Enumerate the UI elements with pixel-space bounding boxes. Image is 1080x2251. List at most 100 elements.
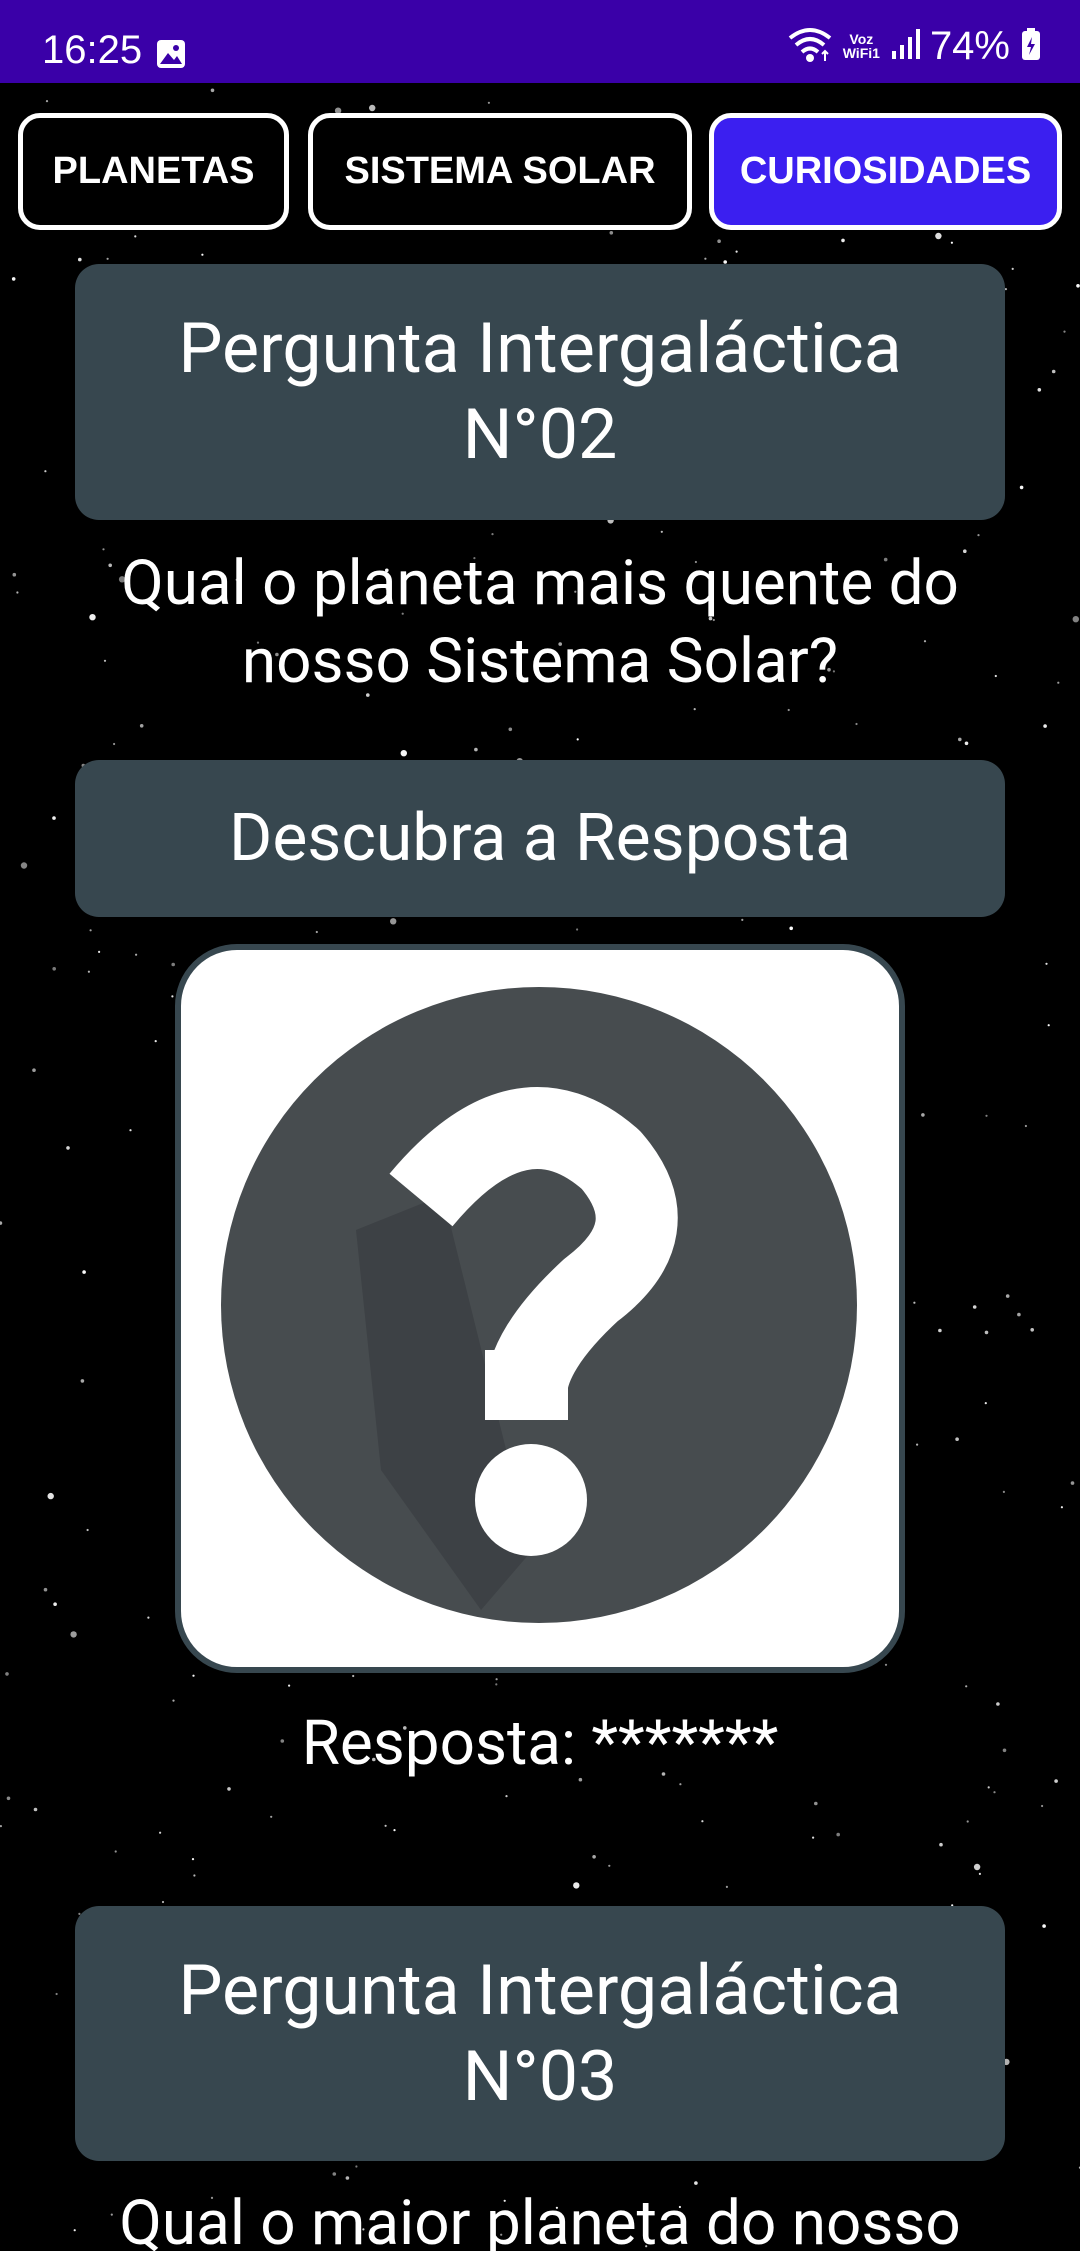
reveal-answer-button[interactable]: Descubra a Resposta xyxy=(75,760,1005,917)
star xyxy=(1011,267,1014,270)
star xyxy=(717,239,721,243)
star xyxy=(1045,962,1048,965)
star xyxy=(393,1829,396,1832)
star xyxy=(135,953,138,956)
star xyxy=(725,1885,729,1888)
tab-planetas[interactable]: PLANETAS xyxy=(18,113,289,230)
volte-top-label: Voz xyxy=(849,31,874,47)
star xyxy=(495,1683,498,1686)
star xyxy=(573,1882,580,1889)
app-screen: 16:25 Voz WiFi1 74% PLANETAS SISTEMA SOL… xyxy=(0,0,1080,2251)
question-title-line1-2: Pergunta Intergaláctica xyxy=(178,1949,902,2032)
question-text-line1: Qual o planeta mais quente do xyxy=(121,547,959,620)
question-text-line2: nosso Sistema Solar? xyxy=(241,625,839,698)
star xyxy=(345,2176,350,2180)
question-text: Qual o planeta mais quente do nosso Sist… xyxy=(40,545,1040,701)
star xyxy=(171,995,174,998)
star xyxy=(400,750,407,757)
star xyxy=(921,1113,925,1117)
star xyxy=(984,1330,989,1335)
star xyxy=(32,1068,36,1072)
star xyxy=(1024,1124,1027,1128)
star xyxy=(192,1674,195,1677)
star xyxy=(1019,485,1024,490)
star xyxy=(693,708,696,711)
star xyxy=(608,1864,611,1867)
star xyxy=(789,926,793,931)
star xyxy=(5,1672,9,1676)
star xyxy=(964,741,969,746)
volte-indicator: Voz WiFi1 xyxy=(843,32,880,60)
star xyxy=(1043,724,1047,728)
star xyxy=(913,1301,916,1304)
tab-sistema-solar[interactable]: SISTEMA SOLAR xyxy=(308,113,692,230)
battery-icon xyxy=(1020,27,1042,65)
star xyxy=(576,928,579,931)
signal-icon xyxy=(890,27,920,65)
star xyxy=(787,708,790,712)
star xyxy=(106,257,109,260)
answer-text: Resposta: ******* xyxy=(301,1707,779,1780)
star xyxy=(1002,1490,1006,1493)
star xyxy=(814,1801,818,1806)
star xyxy=(996,1702,1000,1706)
star xyxy=(191,1858,195,1861)
star xyxy=(1072,616,1080,623)
status-bar: 16:25 Voz WiFi1 74% xyxy=(0,0,1080,83)
star xyxy=(1070,1481,1075,1485)
star xyxy=(495,1678,498,1681)
star xyxy=(53,1602,57,1606)
star xyxy=(841,238,845,243)
star xyxy=(1047,1024,1050,1027)
star xyxy=(812,1836,815,1839)
star xyxy=(1030,1328,1034,1332)
star xyxy=(52,816,56,820)
star xyxy=(987,1786,990,1789)
star xyxy=(916,1443,919,1446)
star xyxy=(836,1832,840,1837)
question-title-card-2: Pergunta Intergaláctica N°03 xyxy=(75,1906,1005,2161)
star xyxy=(950,241,954,244)
question-text-2-line1: Qual o maior planeta do nosso xyxy=(119,2187,961,2251)
star xyxy=(16,591,19,594)
star xyxy=(154,1040,157,1043)
star xyxy=(134,235,137,238)
star xyxy=(78,257,82,262)
star xyxy=(0,1221,3,1225)
star xyxy=(491,533,494,536)
star xyxy=(660,530,663,533)
star xyxy=(592,1855,596,1859)
star xyxy=(11,277,16,281)
star xyxy=(955,1437,959,1441)
star xyxy=(210,88,215,93)
star xyxy=(1005,1294,1010,1298)
star xyxy=(332,2172,337,2176)
reveal-answer-label: Descubra a Resposta xyxy=(229,800,851,877)
star xyxy=(474,747,478,752)
status-icons: Voz WiFi1 74% xyxy=(787,24,1042,68)
gallery-icon xyxy=(156,39,186,73)
star xyxy=(129,1129,132,1132)
question-text-2: Qual o maior planeta do nosso xyxy=(40,2185,1040,2251)
star xyxy=(47,1492,54,1500)
star xyxy=(147,1616,150,1619)
question-number-2: N°03 xyxy=(462,2035,618,2118)
star xyxy=(1037,388,1042,392)
tab-sistema-solar-label: SISTEMA SOLAR xyxy=(344,150,656,192)
star xyxy=(193,1874,196,1877)
volte-bottom-label: WiFi1 xyxy=(842,45,880,61)
star xyxy=(855,722,858,726)
star xyxy=(161,1900,165,1904)
star xyxy=(1051,369,1056,374)
question-number: N°02 xyxy=(462,394,618,476)
star xyxy=(352,1674,355,1678)
star xyxy=(139,724,144,728)
star xyxy=(1063,330,1066,333)
star xyxy=(390,918,397,925)
tab-curiosidades[interactable]: CURIOSIDADES xyxy=(709,113,1062,230)
star xyxy=(508,727,513,732)
star xyxy=(1057,681,1060,684)
star xyxy=(201,253,204,256)
star xyxy=(6,1796,11,1801)
star xyxy=(80,1379,85,1383)
